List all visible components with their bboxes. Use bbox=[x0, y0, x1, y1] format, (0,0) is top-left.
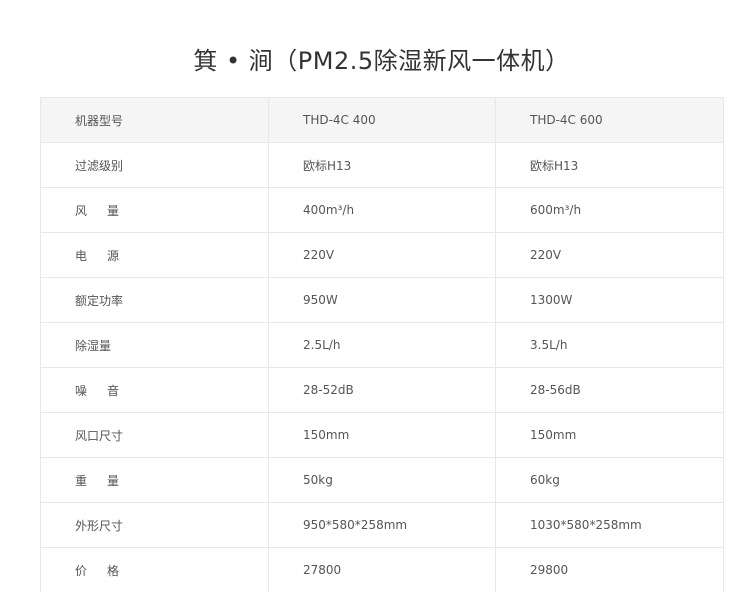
value-cell: 950*580*258mm bbox=[268, 502, 496, 548]
row-label-cell: 风 量 bbox=[40, 187, 269, 233]
table-row: 风口尺寸 150mm 150mm bbox=[40, 412, 724, 458]
value-cell: 1030*580*258mm bbox=[495, 502, 724, 548]
value-cell: 27800 bbox=[268, 547, 496, 592]
value-cell: 28-56dB bbox=[495, 367, 724, 413]
row-label: 噪 音 bbox=[75, 383, 119, 398]
header-model-cell: THD-4C 600 bbox=[495, 97, 724, 143]
value-cell: 3.5L/h bbox=[495, 322, 724, 368]
row-label: 过滤级别 bbox=[75, 158, 124, 173]
row-label-cell: 风口尺寸 bbox=[40, 412, 269, 458]
table-row: 除湿量 2.5L/h 3.5L/h bbox=[40, 322, 724, 368]
row-label: 额定功率 bbox=[75, 293, 124, 308]
value-cell: 29800 bbox=[495, 547, 724, 592]
value-cell: 950W bbox=[268, 277, 496, 323]
value-cell: 欧标H13 bbox=[268, 142, 496, 188]
header-label-cell: 机器型号 bbox=[40, 97, 269, 143]
row-label: 重 量 bbox=[75, 473, 119, 488]
row-label-cell: 外形尺寸 bbox=[40, 502, 269, 548]
header-model-cell: THD-4C 400 bbox=[268, 97, 496, 143]
value-cell: 600m³/h bbox=[495, 187, 724, 233]
row-label-cell: 额定功率 bbox=[40, 277, 269, 323]
spec-table: 机器型号 THD-4C 400 THD-4C 600 过滤级别 欧标H13 欧标… bbox=[40, 97, 724, 592]
table-row: 噪 音 28-52dB 28-56dB bbox=[40, 367, 724, 413]
table-header-row: 机器型号 THD-4C 400 THD-4C 600 bbox=[40, 97, 724, 143]
table-row: 价 格 27800 29800 bbox=[40, 547, 724, 592]
row-label: 价 格 bbox=[75, 563, 119, 578]
row-label-cell: 过滤级别 bbox=[40, 142, 269, 188]
row-label-cell: 重 量 bbox=[40, 457, 269, 503]
value-cell: 2.5L/h bbox=[268, 322, 496, 368]
table-row: 额定功率 950W 1300W bbox=[40, 277, 724, 323]
table-row: 电 源 220V 220V bbox=[40, 232, 724, 278]
value-cell: 400m³/h bbox=[268, 187, 496, 233]
value-cell: 1300W bbox=[495, 277, 724, 323]
row-label: 风口尺寸 bbox=[75, 428, 124, 443]
value-cell: 50kg bbox=[268, 457, 496, 503]
table-row: 风 量 400m³/h 600m³/h bbox=[40, 187, 724, 233]
value-cell: 28-52dB bbox=[268, 367, 496, 413]
value-cell: 220V bbox=[268, 232, 496, 278]
table-row: 重 量 50kg 60kg bbox=[40, 457, 724, 503]
row-label: 除湿量 bbox=[75, 338, 112, 353]
value-cell: 150mm bbox=[495, 412, 724, 458]
value-cell: 60kg bbox=[495, 457, 724, 503]
value-cell: 150mm bbox=[268, 412, 496, 458]
row-label-cell: 价 格 bbox=[40, 547, 269, 592]
row-label-cell: 电 源 bbox=[40, 232, 269, 278]
row-label: 电 源 bbox=[75, 248, 119, 263]
table-row: 过滤级别 欧标H13 欧标H13 bbox=[40, 142, 724, 188]
row-label-cell: 噪 音 bbox=[40, 367, 269, 413]
value-cell: 220V bbox=[495, 232, 724, 278]
table-row: 外形尺寸 950*580*258mm 1030*580*258mm bbox=[40, 502, 724, 548]
value-cell: 欧标H13 bbox=[495, 142, 724, 188]
page-title: 箕 • 涧（PM2.5除湿新风一体机） bbox=[193, 47, 570, 75]
row-label: 外形尺寸 bbox=[75, 518, 124, 533]
row-label-cell: 除湿量 bbox=[40, 322, 269, 368]
row-label: 风 量 bbox=[75, 203, 119, 218]
